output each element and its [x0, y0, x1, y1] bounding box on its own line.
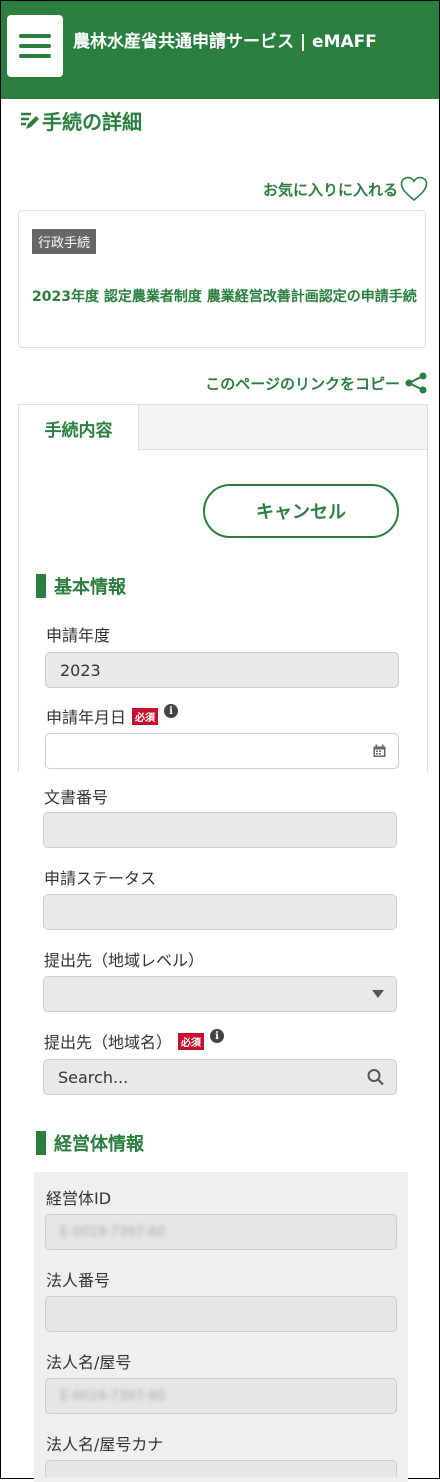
- region-level-label: 提出先（地域レベル）: [44, 947, 204, 971]
- status-label: 申請ステータス: [44, 865, 156, 889]
- entity-id-value: E-0019-7397-60: [60, 1224, 165, 1240]
- entity-info-heading: 経営体情報: [36, 1130, 144, 1156]
- fiscal-year-value: 2023: [60, 660, 101, 680]
- entity-info-heading-text: 経営体情報: [54, 1134, 144, 1155]
- application-date-label: 申請年月日 必須 i: [46, 704, 179, 728]
- application-date-label-text: 申請年月日: [46, 708, 127, 727]
- calendar-icon[interactable]: [373, 744, 386, 758]
- heart-icon: [400, 176, 428, 202]
- menu-button[interactable]: [7, 15, 63, 77]
- region-name-label: 提出先（地域名） 必須 i: [44, 1029, 225, 1053]
- status-label-text: 申請ステータス: [44, 869, 157, 888]
- region-name-search[interactable]: Search...: [43, 1059, 397, 1095]
- basic-info-heading: 基本情報: [36, 573, 126, 599]
- document-number-label: 文書番号: [44, 784, 108, 808]
- corporate-name-kana-label-text: 法人名/屋号カナ: [46, 1435, 164, 1454]
- required-badge: 必須: [178, 1032, 205, 1050]
- region-level-label-text: 提出先（地域レベル）: [44, 951, 205, 970]
- corporate-name-kana-label: 法人名/屋号カナ: [46, 1431, 163, 1455]
- corporate-number-label: 法人番号: [46, 1267, 110, 1291]
- document-number-field: [43, 812, 397, 848]
- hamburger-icon-bar: [19, 44, 51, 48]
- app-header: 農林水産省共通申請サービス | eMAFF: [1, 1, 439, 99]
- tab-procedure-content[interactable]: 手続内容: [19, 405, 139, 451]
- required-badge: 必須: [132, 707, 159, 725]
- section-marker: [36, 1131, 46, 1155]
- entity-id-label-text: 経営体ID: [46, 1189, 112, 1208]
- region-name-label-text: 提出先（地域名）: [44, 1033, 173, 1052]
- app-title[interactable]: 農林水産省共通申請サービス | eMAFF: [73, 29, 433, 56]
- hamburger-icon: [19, 34, 51, 38]
- corporate-number-field: [45, 1296, 397, 1332]
- corporate-name-label-text: 法人名/屋号: [46, 1353, 132, 1372]
- category-badge: 行政手続: [32, 229, 97, 254]
- favorite-toggle[interactable]: お気に入りに入れる: [263, 176, 428, 202]
- cancel-button[interactable]: キャンセル: [203, 484, 399, 538]
- search-icon[interactable]: [367, 1069, 384, 1086]
- application-date-field[interactable]: [45, 733, 399, 769]
- region-name-placeholder: Search...: [58, 1067, 129, 1087]
- panel-border-right: [427, 450, 428, 772]
- info-icon[interactable]: i: [210, 1029, 225, 1043]
- edit-document-icon: [21, 112, 39, 129]
- fiscal-year-label: 申請年度: [46, 622, 110, 646]
- corporate-name-value: E-0019-7397-60: [60, 1388, 165, 1404]
- copy-link-button[interactable]: このページのリンクをコピー: [205, 371, 428, 395]
- fiscal-year-field: 2023: [45, 652, 399, 688]
- favorite-label: お気に入りに入れる: [262, 180, 398, 199]
- copy-link-label: このページのリンクをコピー: [205, 374, 400, 393]
- document-number-label-text: 文書番号: [44, 788, 109, 807]
- info-icon[interactable]: i: [164, 704, 179, 718]
- procedure-card: 行政手続 2023年度 認定農業者制度 農業経営改善計画認定の申請手続: [18, 210, 426, 348]
- entity-id-label: 経営体ID: [46, 1185, 111, 1209]
- fiscal-year-label-text: 申請年度: [46, 626, 111, 645]
- corporate-number-label-text: 法人番号: [46, 1271, 111, 1290]
- entity-id-field: E-0019-7397-60: [45, 1214, 397, 1250]
- chevron-down-icon: [372, 990, 384, 998]
- corporate-name-kana-field: [45, 1460, 397, 1477]
- page-title: 手続の詳細: [18, 106, 142, 135]
- corporate-name-field: E-0019-7397-60: [45, 1378, 397, 1414]
- status-field: [43, 894, 397, 930]
- procedure-name: 2023年度 認定農業者制度 農業経営改善計画認定の申請手続: [32, 289, 417, 305]
- page-title-text: 手続の詳細: [42, 110, 142, 134]
- share-icon: [405, 372, 427, 394]
- basic-info-heading-text: 基本情報: [54, 577, 126, 598]
- hamburger-icon-bar: [19, 54, 51, 58]
- corporate-name-label: 法人名/屋号: [46, 1349, 131, 1373]
- panel-border-left: [18, 450, 19, 772]
- region-level-select[interactable]: [43, 976, 397, 1012]
- tab-bar: 手続内容: [18, 404, 428, 451]
- section-marker: [36, 574, 46, 598]
